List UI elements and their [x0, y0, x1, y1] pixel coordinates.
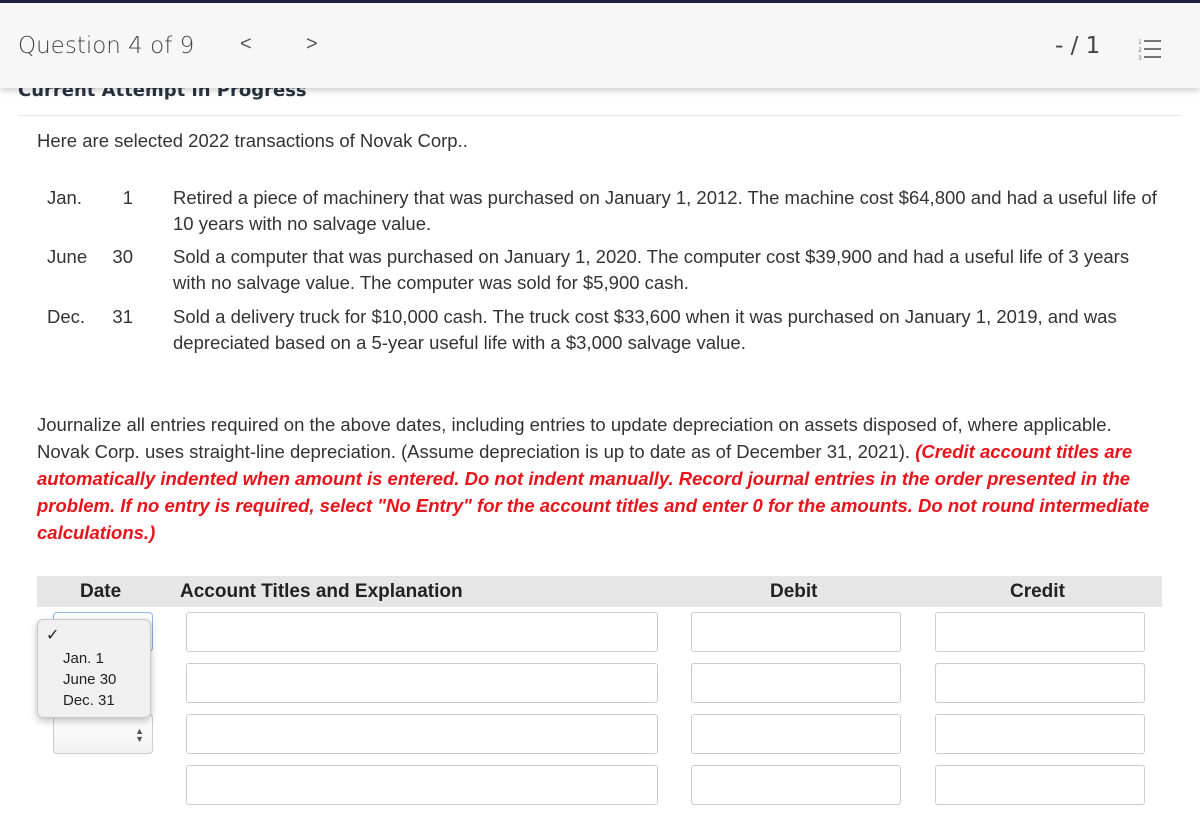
date-dropdown-menu: ✓ Jan. 1 June 30 Dec. 31 — [37, 619, 151, 718]
score: - / 1 — [1055, 33, 1101, 59]
svg-text:2: 2 — [1138, 47, 1142, 54]
debit-input[interactable] — [691, 663, 901, 703]
debit-input[interactable] — [691, 612, 901, 652]
transaction-month: Jan. — [47, 187, 82, 208]
credit-input[interactable] — [935, 663, 1145, 703]
divider — [18, 115, 1180, 116]
debit-input[interactable] — [691, 714, 901, 754]
numbered-list-icon[interactable]: 1 2 3 — [1138, 37, 1162, 61]
instructions: Journalize all entries required on the a… — [37, 411, 1167, 546]
transaction-day: 31 — [112, 306, 133, 327]
transaction-month: June — [47, 246, 88, 267]
account-input[interactable] — [186, 714, 658, 754]
transaction-text: Sold a delivery truck for $10,000 cash. … — [173, 306, 1117, 353]
credit-input[interactable] — [935, 765, 1145, 805]
account-input[interactable] — [186, 663, 658, 703]
journal-table-header: Date Account Titles and Explanation Debi… — [37, 576, 1162, 607]
transaction-text: Sold a computer that was purchased on Ja… — [173, 246, 1130, 293]
header-account: Account Titles and Explanation — [180, 581, 463, 602]
date-select[interactable]: ▲ ▼ — [53, 714, 153, 754]
date-option[interactable]: Dec. 31 — [63, 692, 115, 709]
transaction-text: Retired a piece of machinery that was pu… — [173, 187, 1157, 234]
svg-text:1: 1 — [1138, 39, 1142, 46]
previous-question-button[interactable]: < — [240, 33, 252, 56]
transaction-day: 30 — [112, 246, 133, 267]
date-option[interactable]: Jan. 1 — [63, 650, 104, 667]
question-label: Question 4 of 9 — [18, 33, 195, 59]
svg-text:3: 3 — [1138, 55, 1142, 61]
date-option[interactable]: June 30 — [63, 671, 116, 688]
header-credit: Credit — [1010, 581, 1065, 602]
select-arrows-icon: ▲ ▼ — [135, 726, 144, 744]
account-input[interactable] — [186, 612, 658, 652]
account-input[interactable] — [186, 765, 658, 805]
next-question-button[interactable]: > — [306, 33, 318, 56]
transaction-day: 1 — [122, 187, 133, 208]
transaction-month: Dec. — [47, 306, 86, 327]
header-date: Date — [80, 581, 122, 602]
header-debit: Debit — [770, 581, 818, 602]
credit-input[interactable] — [935, 612, 1145, 652]
debit-input[interactable] — [691, 765, 901, 805]
checkmark-icon: ✓ — [46, 627, 60, 644]
question-header: Question 4 of 9 < > - / 1 1 2 3 — [0, 3, 1200, 88]
intro-text: Here are selected 2022 transactions of N… — [37, 130, 468, 151]
credit-input[interactable] — [935, 714, 1145, 754]
